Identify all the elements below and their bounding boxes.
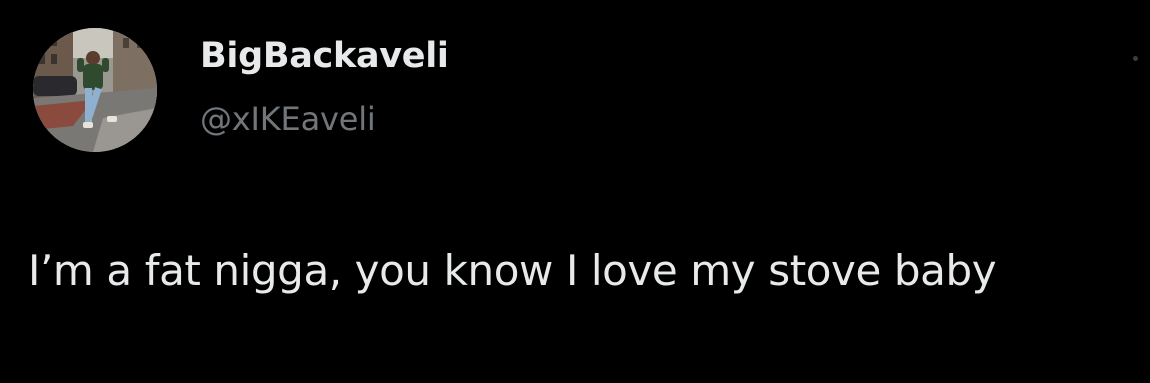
author-handle[interactable]: @xIKEaveli xyxy=(200,100,376,138)
author-display-name[interactable]: BigBackaveli xyxy=(200,36,449,76)
author-avatar[interactable] xyxy=(33,28,157,152)
avatar-photo xyxy=(33,28,157,152)
tweet-card: BigBackaveli @xIKEaveli I’m a fat nigga,… xyxy=(0,0,1150,383)
tweet-text: I’m a fat nigga, you know I love my stov… xyxy=(28,246,997,295)
more-options-icon[interactable] xyxy=(1133,56,1138,61)
